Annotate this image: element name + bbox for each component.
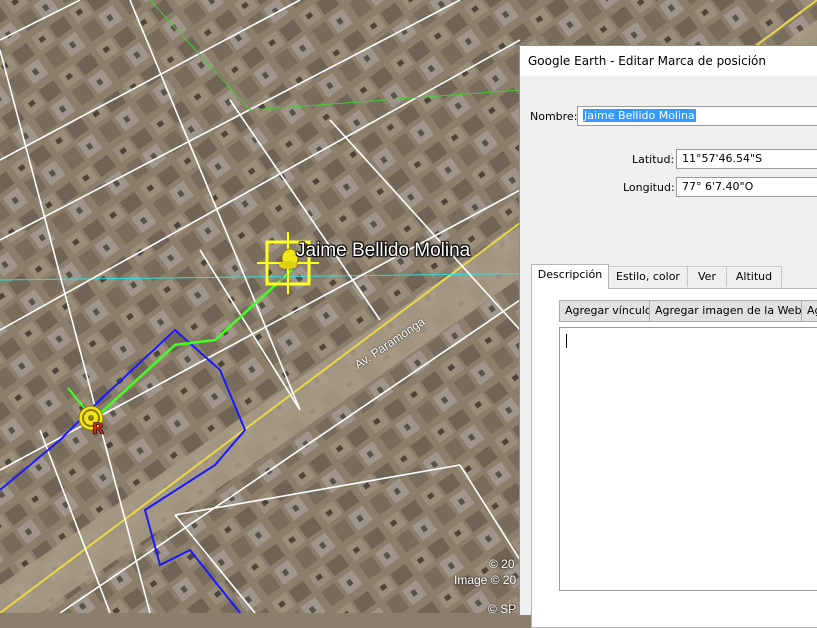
- tab-description[interactable]: Descripción: [531, 264, 609, 289]
- longitude-label: Longitud:: [623, 181, 675, 194]
- svg-text:R: R: [92, 419, 104, 438]
- imagery-copyright-text: Image © 20: [454, 573, 517, 587]
- name-label: Nombre:: [530, 110, 578, 123]
- tab-altitude[interactable]: Altitud: [726, 266, 782, 287]
- name-field-selected-text: Jaime Bellido Molina: [583, 109, 696, 122]
- copyright-text: © 20: [489, 557, 515, 571]
- name-field[interactable]: Jaime Bellido Molina: [577, 106, 817, 126]
- add-local-image-button[interactable]: Ag: [801, 300, 817, 322]
- add-link-button[interactable]: Agregar vínculo: [559, 300, 658, 322]
- latitude-field[interactable]: 11°57'46.54"S: [676, 149, 817, 169]
- description-textarea[interactable]: [559, 327, 817, 591]
- tab-style-color[interactable]: Estilo, color: [608, 266, 688, 287]
- text-caret: [566, 334, 567, 348]
- description-panel: Agregar vínculo Agregar imagen de la Web…: [531, 288, 817, 628]
- tab-view[interactable]: Ver: [687, 266, 727, 287]
- add-web-image-button[interactable]: Agregar imagen de la Web...: [649, 300, 817, 322]
- longitude-field[interactable]: 77° 6'7.40"O: [676, 177, 817, 197]
- latitude-label: Latitud:: [632, 153, 675, 166]
- edit-placemark-dialog: Google Earth - Editar Marca de posición …: [519, 45, 817, 628]
- placemark-label[interactable]: Jaime Bellido Molina: [296, 240, 470, 262]
- dialog-title[interactable]: Google Earth - Editar Marca de posición: [520, 46, 817, 76]
- provider-copyright-text: © SP: [488, 602, 517, 613]
